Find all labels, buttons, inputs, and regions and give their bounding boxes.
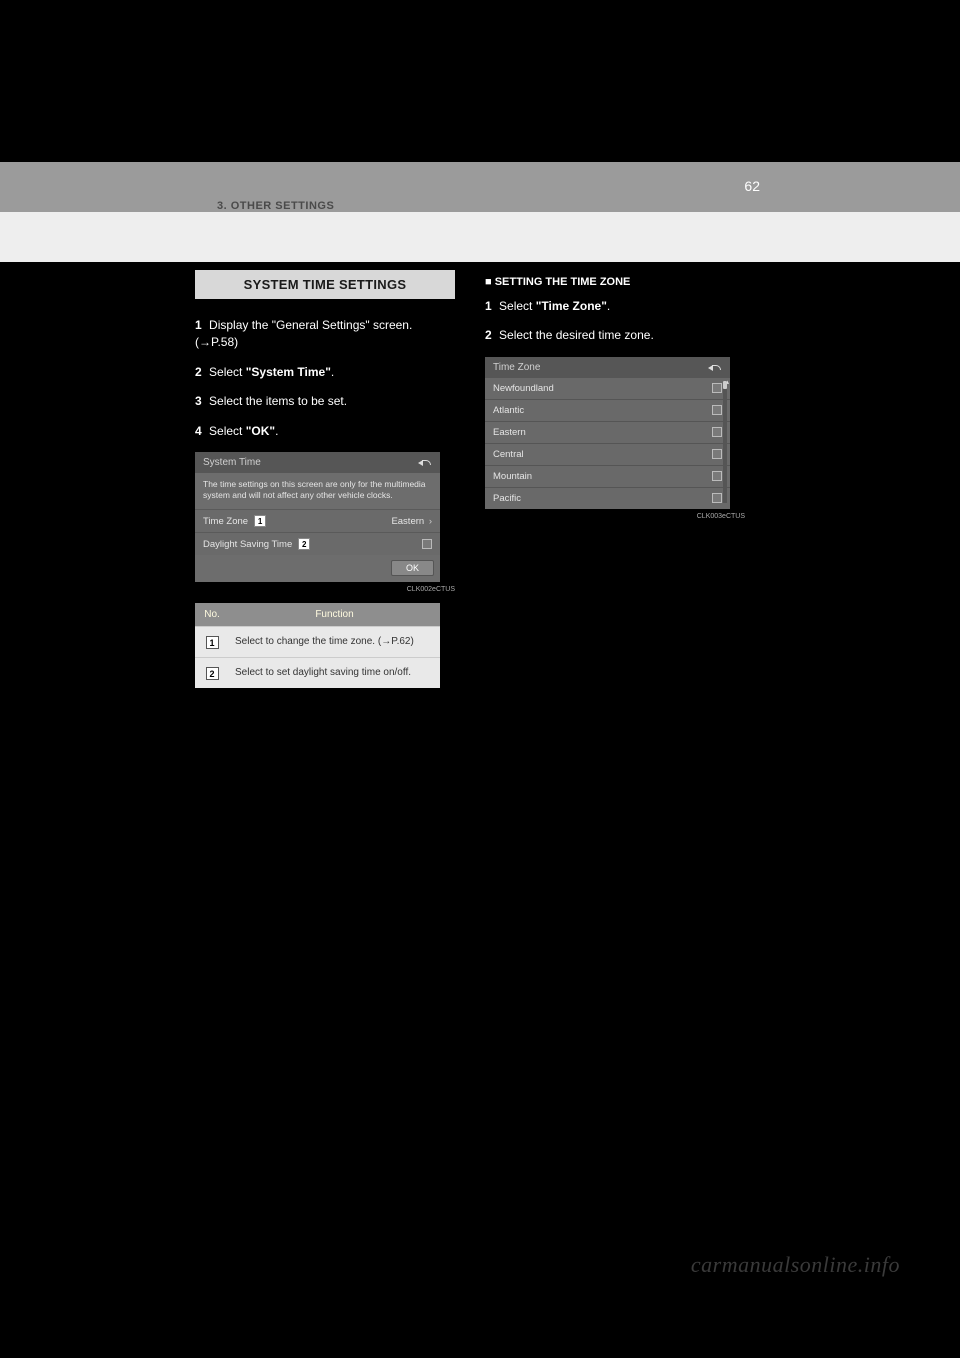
table-header-row: No. Function [195,603,440,627]
screen-titlebar: System Time [195,452,440,473]
tz-option-label: Eastern [493,427,526,438]
dst-label: Daylight Saving Time [203,539,292,550]
table-row-fn: Select to set daylight saving time on/of… [229,658,440,689]
radio-icon[interactable] [712,405,722,415]
tz-option[interactable]: Eastern [485,421,730,443]
step-1-ref: (→P.58) [195,335,238,349]
screenshot-code-2: CLK003eCTUS [485,513,745,520]
breadcrumb-band [0,162,960,212]
callout-2: 2 [298,538,310,550]
step-3-text: Select the items to be set. [209,394,347,408]
step-2: 2 Select "System Time". [195,364,455,381]
col-no-header: No. [195,603,229,627]
tz-option-label: Atlantic [493,405,524,416]
step-4-quote: "OK" [246,424,275,438]
screen-title-text: System Time [203,457,261,468]
step-4: 4 Select "OK". [195,423,455,440]
r-step-1-num: 1 [485,299,492,313]
time-zone-label: Time Zone [203,516,248,527]
r-step-1-text-b: . [607,299,610,313]
left-column: SYSTEM TIME SETTINGS 1 Display the "Gene… [195,270,455,688]
radio-icon[interactable] [712,383,722,393]
step-3: 3 Select the items to be set. [195,393,455,410]
r-step-1: 1 Select "Time Zone". [485,298,745,315]
table-row: 1 Select to change the time zone. (→P.62… [195,627,440,658]
callout-box-2: 2 [206,667,219,680]
step-1: 1 Display the "General Settings" screen.… [195,317,455,352]
radio-icon[interactable] [712,471,722,481]
scrollbar-track[interactable] [723,381,727,503]
page-number: 62 [744,178,760,194]
r-step-2-num: 2 [485,328,492,342]
callout-box-1: 1 [206,636,219,649]
r-step-1-quote: "Time Zone" [536,299,607,313]
step-4-text-a: Select [209,424,246,438]
system-time-screenshot: System Time The time settings on this sc… [195,452,440,582]
time-zone-row[interactable]: Time Zone 1 Eastern › [195,509,440,532]
ok-row: OK [195,555,440,582]
table-row-no: 1 [195,627,229,658]
screenshot-code-1: CLK002eCTUS [195,586,455,593]
tz-option-label: Mountain [493,471,532,482]
tz-option[interactable]: Central [485,443,730,465]
radio-icon[interactable] [712,449,722,459]
section-heading: SYSTEM TIME SETTINGS [195,270,455,299]
page-root: 62 3. OTHER SETTINGS SYSTEM TIME SETTING… [0,0,960,1358]
tz-option[interactable]: Mountain [485,465,730,487]
tz-option-label: Newfoundland [493,383,554,394]
radio-icon[interactable] [712,493,722,503]
sub-band [0,212,960,262]
chevron-right-icon: › [426,516,432,527]
callout-1: 1 [254,515,266,527]
function-table: No. Function 1 Select to change the time… [195,603,440,688]
step-1-num: 1 [195,318,202,332]
step-1-text: Display the "General Settings" screen. [209,318,412,332]
step-2-text-b: . [331,365,334,379]
tz-option-label: Pacific [493,493,521,504]
tz-screen-title-text: Time Zone [493,362,540,373]
radio-icon[interactable] [712,427,722,437]
time-zone-value: Eastern [391,516,424,527]
table-row: 2 Select to set daylight saving time on/… [195,658,440,689]
watermark: carmanualsonline.info [691,1252,900,1278]
step-4-num: 4 [195,424,202,438]
table-row-no: 2 [195,658,229,689]
back-icon[interactable] [708,362,722,372]
back-icon[interactable] [418,457,432,467]
time-zone-screenshot: Time Zone Newfoundland Atlantic Eastern … [485,357,730,509]
step-2-quote: "System Time" [246,365,331,379]
col-fn-header: Function [229,603,440,627]
tz-screen-titlebar: Time Zone [485,357,730,378]
step-4-text-b: . [275,424,278,438]
step-3-num: 3 [195,394,202,408]
r-step-2-text: Select the desired time zone. [499,328,654,342]
sub-heading: ■ SETTING THE TIME ZONE [485,276,745,288]
dst-checkbox[interactable] [422,539,432,549]
table-row-fn: Select to change the time zone. (→P.62) [229,627,440,658]
ok-button[interactable]: OK [391,560,434,576]
scrollbar-thumb[interactable] [723,381,727,389]
screen-description: The time settings on this screen are onl… [195,473,440,509]
tz-option-label: Central [493,449,524,460]
step-2-text-a: Select [209,365,246,379]
r-step-2: 2 Select the desired time zone. [485,327,745,344]
breadcrumb: 3. OTHER SETTINGS [217,200,334,212]
tz-option[interactable]: Newfoundland [485,378,730,399]
r-step-1-text-a: Select [499,299,536,313]
tz-option[interactable]: Atlantic [485,399,730,421]
dst-row[interactable]: Daylight Saving Time 2 [195,532,440,555]
step-2-num: 2 [195,365,202,379]
tz-option[interactable]: Pacific [485,487,730,509]
right-column: ■ SETTING THE TIME ZONE 1 Select "Time Z… [485,270,745,530]
